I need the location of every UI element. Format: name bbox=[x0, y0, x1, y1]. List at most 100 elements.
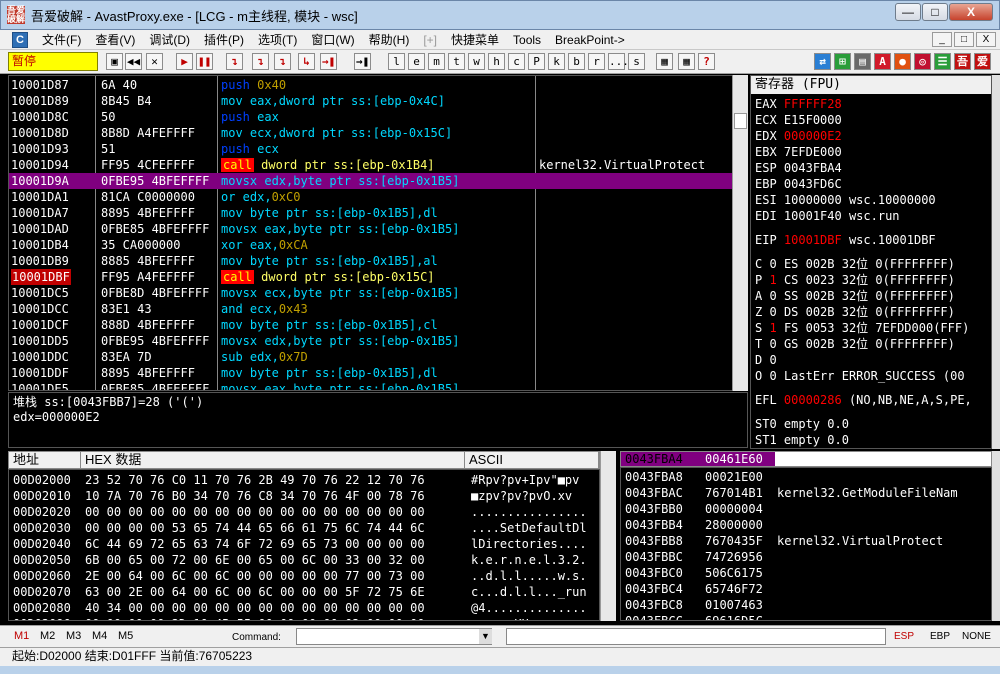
disasm-row[interactable]: 10001D9A 0FBE95 4BFEFFFF movsx edx,byte pt… bbox=[9, 173, 733, 189]
patches-button[interactable]: P bbox=[528, 53, 545, 70]
disasm-row[interactable]: 10001DE5 0FBE85 4BFEFFFF movsx eax,byte pt… bbox=[9, 381, 733, 390]
disasm-row[interactable]: 10001DBF FF95 A4FEFFFF call dword ptr ss:[… bbox=[9, 269, 733, 285]
fpu-st1[interactable]: ST1 empty 0.0 bbox=[755, 432, 991, 448]
source-button[interactable]: s bbox=[628, 53, 645, 70]
efl-value[interactable]: 00000286 bbox=[784, 393, 842, 407]
memory-dump-pane[interactable]: 00D02000 23 52 70 76 C0 11 70 76 2B 49 70… bbox=[8, 469, 600, 621]
tab-m4[interactable]: M4 bbox=[92, 630, 107, 642]
tab-m2[interactable]: M2 bbox=[40, 630, 55, 642]
memory-map-button[interactable]: m bbox=[428, 53, 445, 70]
step-over-icon[interactable]: ↴ bbox=[252, 53, 269, 70]
stack-pane[interactable]: 0043FBA8 00021E00 0043FBAC 767014B1 kernel32… bbox=[620, 467, 992, 621]
stack-row[interactable]: 0043FBC8 01007463 bbox=[621, 597, 991, 613]
open-icon[interactable]: ▣ bbox=[106, 53, 123, 70]
references-button[interactable]: r bbox=[588, 53, 605, 70]
call-stack-button[interactable]: k bbox=[548, 53, 565, 70]
register-value[interactable]: 10001DBF bbox=[784, 233, 842, 247]
disassembly-pane[interactable]: 10001D87 6A 40 push 0x40 10001D89 8B45 B4 mov… bbox=[8, 75, 748, 391]
register-row[interactable]: EDI 10001F40 wsc.run bbox=[755, 208, 991, 224]
menu-tools[interactable]: Tools bbox=[513, 33, 541, 47]
windows-button[interactable]: w bbox=[468, 53, 485, 70]
stack-row[interactable]: 0043FBC4 65746F72 bbox=[621, 581, 991, 597]
flag-value[interactable]: 0 bbox=[769, 337, 776, 351]
menu-view[interactable]: 查看(V) bbox=[95, 31, 135, 48]
register-value[interactable]: 000000E2 bbox=[784, 129, 842, 143]
plugin-ai-icon[interactable]: 爱 bbox=[974, 53, 991, 70]
mdi-restore-button[interactable]: □ bbox=[954, 32, 974, 47]
tab-ebp[interactable]: EBP bbox=[930, 631, 950, 642]
menu-window[interactable]: 窗口(W) bbox=[311, 31, 354, 48]
stack-row[interactable]: 0043FBC0 506C6175 bbox=[621, 565, 991, 581]
disasm-row[interactable]: 10001D87 6A 40 push 0x40 bbox=[9, 77, 733, 93]
breakpoints-button[interactable]: b bbox=[568, 53, 585, 70]
trace-over-icon[interactable]: ↳ bbox=[298, 53, 315, 70]
disasm-row[interactable]: 10001DC5 0FBE8D 4BFEFFFF movsx ecx,byte pt… bbox=[9, 285, 733, 301]
dump-row[interactable]: 00D02080 40 34 00 00 00 00 00 00 00 00 00… bbox=[9, 600, 599, 616]
restart-icon[interactable]: ◀◀ bbox=[125, 53, 142, 70]
flag-value[interactable]: 0 bbox=[769, 305, 776, 319]
dump-col-hex[interactable]: HEX 数据 bbox=[81, 452, 465, 468]
flag-value[interactable]: 0 bbox=[769, 289, 776, 303]
executable-modules-button[interactable]: e bbox=[408, 53, 425, 70]
flag-row[interactable]: A 0 SS 002B 32位 0(FFFFFFFF) bbox=[755, 288, 991, 304]
register-row[interactable]: EBX 7EFDE000 bbox=[755, 144, 991, 160]
register-row[interactable]: EBP 0043FD6C bbox=[755, 176, 991, 192]
plugin-menu-icon[interactable]: ☰ bbox=[934, 53, 951, 70]
dump-row[interactable]: 00D02060 2E 00 64 00 6C 00 6C 00 00 00 00… bbox=[9, 568, 599, 584]
dump-row[interactable]: 00D02050 6B 00 65 00 72 00 6E 00 65 00 6C… bbox=[9, 552, 599, 568]
menu-file[interactable]: 文件(F) bbox=[42, 31, 81, 48]
register-value[interactable]: 10000000 bbox=[784, 193, 842, 207]
close-button[interactable]: X bbox=[949, 3, 993, 21]
plugin-target-icon[interactable]: ◎ bbox=[914, 53, 931, 70]
register-row[interactable]: ECX E15F0000 bbox=[755, 112, 991, 128]
register-value[interactable]: 10001F40 bbox=[784, 209, 842, 223]
disasm-row[interactable]: 10001D89 8B45 B4 mov eax,dword ptr ss:[ebp… bbox=[9, 93, 733, 109]
dump-row[interactable]: 00D02000 23 52 70 76 C0 11 70 76 2B 49 70… bbox=[9, 472, 599, 488]
flag-value[interactable]: 1 bbox=[769, 273, 776, 287]
appearance-icon[interactable]: ▦ bbox=[678, 53, 695, 70]
menu-plugins[interactable]: 插件(P) bbox=[204, 31, 244, 48]
dump-col-address[interactable]: 地址 bbox=[9, 452, 81, 468]
run-icon[interactable]: ▶ bbox=[176, 53, 193, 70]
disasm-row[interactable]: 10001DB9 8885 4BFEFFFF mov byte ptr ss:[eb… bbox=[9, 253, 733, 269]
chevron-down-icon[interactable]: ▼ bbox=[479, 629, 492, 644]
plugin-list-icon[interactable]: ▤ bbox=[854, 53, 871, 70]
execute-till-return-icon[interactable]: →❚ bbox=[320, 53, 337, 70]
flag-value[interactable]: 0 bbox=[769, 353, 776, 367]
disasm-row[interactable]: 10001DA1 81CA C0000000 or edx,0xC0 bbox=[9, 189, 733, 205]
registers-pane[interactable]: 寄存器 (FPU) EAX FFFFFF28 ECX E15F0000 EDX … bbox=[750, 75, 992, 449]
flag-row[interactable]: D 0 bbox=[755, 352, 991, 368]
dump-row[interactable]: 00D02030 00 00 00 00 53 65 74 44 65 66 61… bbox=[9, 520, 599, 536]
registers-scrollbar[interactable] bbox=[992, 75, 1000, 449]
flag-row[interactable]: C 0 ES 002B 32位 0(FFFFFFFF) bbox=[755, 256, 991, 272]
grid-icon[interactable]: ▦ bbox=[656, 53, 673, 70]
menu-help[interactable]: 帮助(H) bbox=[369, 31, 410, 48]
register-row[interactable]: EIP 10001DBF wsc.10001DBF bbox=[755, 232, 991, 248]
dump-row[interactable]: 00D02010 10 7A 70 76 B0 34 70 76 C8 34 70… bbox=[9, 488, 599, 504]
disasm-row[interactable]: 10001D94 FF95 4CFEFFFF call dword ptr ss:[… bbox=[9, 157, 733, 173]
mdi-minimize-button[interactable]: _ bbox=[932, 32, 952, 47]
menu-debug[interactable]: 调试(D) bbox=[149, 31, 190, 48]
mdi-close-button[interactable]: X bbox=[976, 32, 996, 47]
stack-row[interactable]: 0043FBB8 7670435F kernel32.VirtualProtect bbox=[621, 533, 991, 549]
cpu-window-icon[interactable]: C bbox=[12, 31, 28, 48]
threads-button[interactable]: t bbox=[448, 53, 465, 70]
command-input[interactable] bbox=[296, 628, 492, 645]
disasm-row[interactable]: 10001DCF 888D 4BFEFFFF mov byte ptr ss:[eb… bbox=[9, 317, 733, 333]
refresh-icon[interactable]: ⇄ bbox=[814, 53, 831, 70]
disasm-row[interactable]: 10001DA7 8895 4BFEFFFF mov byte ptr ss:[eb… bbox=[9, 205, 733, 221]
efl-row[interactable]: EFL 00000286 (NO,NB,NE,A,S,PE, bbox=[755, 392, 991, 408]
disasm-row[interactable]: 10001DB4 35 CA000000 xor eax,0xCA bbox=[9, 237, 733, 253]
cpu-button[interactable]: c bbox=[508, 53, 525, 70]
pause-icon[interactable]: ❚❚ bbox=[196, 53, 213, 70]
dump-scrollbar[interactable] bbox=[600, 451, 616, 621]
dump-row[interactable]: 00D02020 00 00 00 00 00 00 00 00 00 00 00… bbox=[9, 504, 599, 520]
register-value[interactable]: 7EFDE000 bbox=[784, 145, 842, 159]
register-value[interactable]: 0043FBA4 bbox=[784, 161, 842, 175]
fpu-st0[interactable]: ST0 empty 0.0 bbox=[755, 416, 991, 432]
disasm-row[interactable]: 10001DDF 8895 4BFEFFFF mov byte ptr ss:[eb… bbox=[9, 365, 733, 381]
menu-shortcut[interactable]: 快捷菜单 bbox=[451, 31, 499, 48]
flag-row[interactable]: Z 0 DS 002B 32位 0(FFFFFFFF) bbox=[755, 304, 991, 320]
stack-row[interactable]: 0043FBB0 00000004 bbox=[621, 501, 991, 517]
stack-row[interactable]: 0043FBCC 69616D5C bbox=[621, 613, 991, 620]
